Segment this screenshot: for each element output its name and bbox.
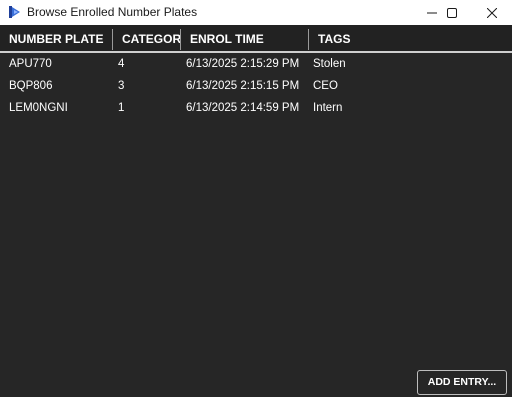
title-bar[interactable]: Browse Enrolled Number Plates [0, 0, 512, 25]
category-cell: 4 [118, 58, 125, 70]
plate-cell: BQP806 [9, 80, 53, 92]
close-button[interactable] [472, 0, 512, 25]
plates-table: NUMBER PLATE CATEGORY ENROL TIME TAGS AP… [0, 25, 512, 119]
window-title: Browse Enrolled Number Plates [27, 5, 198, 19]
enrol-time-cell: 6/13/2025 2:15:15 PM [186, 80, 300, 92]
close-icon [487, 7, 497, 18]
tags-cell: Stolen [313, 58, 346, 70]
tags-cell: Intern [313, 102, 343, 114]
column-header-enrol-time[interactable]: ENROL TIME [181, 25, 308, 51]
enrol-time-cell: 6/13/2025 2:14:59 PM [186, 102, 300, 114]
plate-cell: APU770 [9, 58, 52, 70]
add-entry-button[interactable]: ADD ENTRY... [417, 370, 507, 395]
column-header-category[interactable]: CATEGORY [113, 25, 180, 51]
plate-cell: LEM0NGNI [9, 102, 68, 114]
column-header-tags[interactable]: TAGS [309, 25, 509, 51]
tags-cell: CEO [313, 80, 338, 92]
category-cell: 1 [118, 102, 125, 114]
enrol-time-cell: 6/13/2025 2:15:29 PM [186, 58, 300, 70]
column-header-number-plate[interactable]: NUMBER PLATE [0, 25, 112, 51]
app-logo-icon [9, 6, 20, 18]
maximize-button[interactable] [432, 0, 472, 25]
browse-plates-window: Browse Enrolled Number Plates NUMBER PLA… [0, 0, 512, 397]
category-cell: 3 [118, 80, 125, 92]
maximize-icon [447, 7, 457, 18]
table-row[interactable]: BQP806 3 6/13/2025 2:15:15 PM CEO [0, 75, 512, 97]
table-row[interactable]: APU770 4 6/13/2025 2:15:29 PM Stolen [0, 53, 512, 75]
table-header: NUMBER PLATE CATEGORY ENROL TIME TAGS [0, 25, 512, 53]
table-row[interactable]: LEM0NGNI 1 6/13/2025 2:14:59 PM Intern [0, 97, 512, 119]
